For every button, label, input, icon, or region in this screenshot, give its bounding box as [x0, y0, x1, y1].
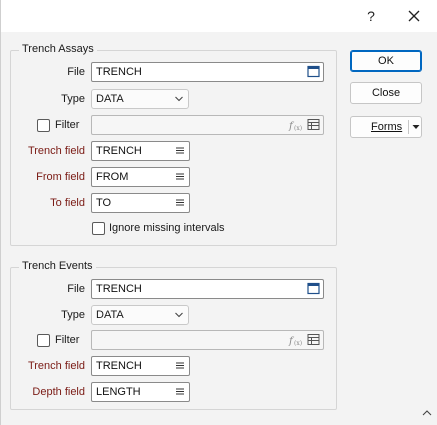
assays-from-field-label: From field [36, 171, 85, 183]
dialog-window: ? Trench Assays File TRENCH Type DATA Fi… [0, 0, 437, 425]
assays-file-input[interactable]: TRENCH [91, 62, 324, 82]
events-filter-checkbox[interactable] [37, 334, 50, 347]
events-file-value: TRENCH [96, 283, 142, 295]
events-type-label: Type [61, 309, 85, 321]
events-type-select[interactable]: DATA [91, 305, 189, 325]
events-trench-field-value: TRENCH [96, 360, 142, 372]
trench-assays-group: Trench Assays File TRENCH Type DATA Filt… [10, 43, 337, 246]
assays-from-field-input[interactable]: FROM [91, 167, 190, 187]
assays-type-value: DATA [96, 93, 124, 105]
trench-events-group: Trench Events File TRENCH Type DATA Filt… [10, 260, 337, 410]
chevron-up-icon[interactable] [421, 408, 433, 418]
assays-file-value: TRENCH [96, 66, 142, 78]
caret-down-icon[interactable] [411, 122, 421, 132]
assays-type-select[interactable]: DATA [91, 89, 189, 109]
assays-trench-field-input[interactable]: TRENCH [91, 141, 190, 161]
table-picker-icon[interactable] [307, 333, 320, 346]
close-window-button[interactable] [403, 6, 425, 26]
file-browse-icon[interactable] [307, 65, 320, 78]
close-button[interactable]: Close [350, 82, 422, 104]
events-depth-field-value: LENGTH [96, 386, 141, 398]
table-picker-icon[interactable] [307, 118, 320, 131]
list-icon[interactable] [175, 198, 185, 208]
list-icon[interactable] [175, 146, 185, 156]
assays-trench-field-value: TRENCH [96, 145, 142, 157]
dialog-body: Trench Assays File TRENCH Type DATA Filt… [1, 32, 437, 425]
assays-type-label: Type [61, 93, 85, 105]
ignore-missing-intervals-label: Ignore missing intervals [109, 222, 225, 234]
function-icon[interactable]: f (x) [288, 333, 302, 347]
assays-from-field-value: FROM [96, 171, 129, 183]
assays-filter-label: Filter [55, 119, 80, 131]
file-browse-icon[interactable] [307, 282, 320, 295]
events-depth-field-input[interactable]: LENGTH [91, 382, 190, 402]
assays-filter-checkbox[interactable] [37, 119, 50, 132]
events-filter-input[interactable]: f (x) [91, 330, 324, 350]
list-icon[interactable] [175, 172, 185, 182]
function-icon[interactable]: f (x) [288, 118, 302, 132]
events-depth-field-label: Depth field [32, 386, 85, 398]
close-icon [408, 10, 420, 22]
assays-to-field-label: To field [50, 197, 85, 209]
svg-text:(x): (x) [294, 340, 302, 347]
assays-file-label: File [67, 66, 85, 78]
svg-text:(x): (x) [294, 125, 302, 132]
chevron-down-icon [175, 312, 183, 318]
events-file-label: File [67, 283, 85, 295]
events-filter-label: Filter [55, 334, 80, 346]
assays-to-field-input[interactable]: TO [91, 193, 190, 213]
assays-to-field-value: TO [96, 197, 112, 209]
assays-trench-field-label: Trench field [27, 145, 85, 157]
events-type-value: DATA [96, 309, 124, 321]
help-button[interactable]: ? [361, 6, 381, 26]
chevron-down-icon [175, 96, 183, 102]
events-file-input[interactable]: TRENCH [91, 279, 324, 299]
ok-button[interactable]: OK [350, 50, 422, 72]
list-icon[interactable] [175, 387, 185, 397]
forms-separator [408, 120, 409, 134]
forms-button[interactable]: Forms [350, 116, 422, 138]
trench-events-legend: Trench Events [19, 260, 96, 272]
forms-label: Forms [371, 121, 403, 133]
assays-filter-input[interactable]: f (x) [91, 115, 324, 135]
events-trench-field-input[interactable]: TRENCH [91, 356, 190, 376]
title-bar: ? [1, 0, 437, 32]
trench-assays-legend: Trench Assays [19, 43, 97, 55]
events-trench-field-label: Trench field [27, 360, 85, 372]
list-icon[interactable] [175, 361, 185, 371]
ignore-missing-intervals-checkbox[interactable] [92, 222, 105, 235]
